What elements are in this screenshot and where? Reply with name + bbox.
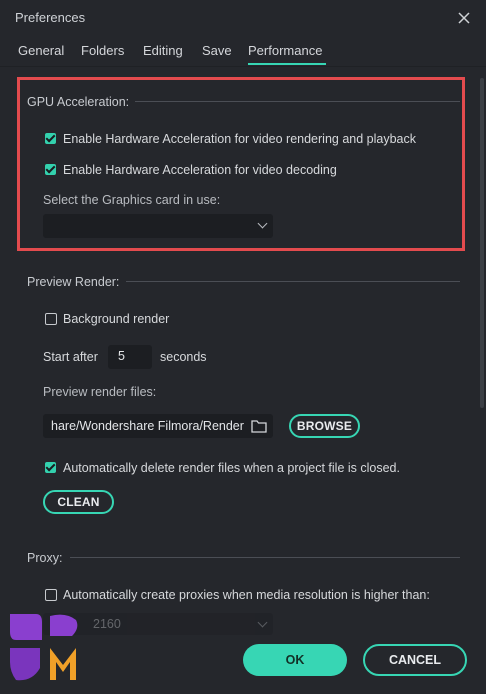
- background-render-checkbox[interactable]: [45, 313, 57, 325]
- preview-files-path-field[interactable]: hare/Wondershare Filmora/Render: [43, 414, 273, 438]
- tab-performance[interactable]: Performance: [248, 43, 322, 58]
- gpu-highlight-box: [17, 77, 465, 251]
- preview-files-path: hare/Wondershare Filmora/Render: [51, 419, 244, 433]
- scrollbar-thumb[interactable]: [480, 78, 484, 408]
- proxy-heading: Proxy:: [27, 551, 63, 565]
- background-render-label: Background render: [63, 312, 170, 326]
- tab-general[interactable]: General: [18, 43, 64, 58]
- start-after-input[interactable]: 5: [108, 345, 152, 369]
- auto-proxy-checkbox[interactable]: [45, 589, 57, 601]
- tab-save[interactable]: Save: [202, 43, 232, 58]
- watermark-logo: [10, 614, 78, 681]
- dialog-title: Preferences: [15, 10, 86, 25]
- auto-delete-label: Automatically delete render files when a…: [63, 461, 400, 475]
- browse-button[interactable]: BROWSE: [289, 414, 360, 438]
- clean-button[interactable]: CLEAN: [43, 490, 114, 514]
- preview-render-heading: Preview Render:: [27, 275, 120, 289]
- auto-proxy-label: Automatically create proxies when media …: [63, 588, 430, 602]
- auto-delete-checkbox[interactable]: [45, 462, 56, 473]
- close-icon[interactable]: [454, 8, 474, 28]
- tab-folders[interactable]: Folders: [81, 43, 124, 58]
- preview-files-label: Preview render files:: [43, 385, 157, 399]
- cancel-button[interactable]: CANCEL: [363, 644, 467, 676]
- folder-icon[interactable]: [251, 419, 267, 433]
- tab-divider: [0, 66, 486, 67]
- tab-editing[interactable]: Editing: [143, 43, 183, 58]
- chevron-down-icon: [257, 617, 268, 628]
- proxy-divider: [70, 557, 460, 558]
- active-tab-indicator: [248, 63, 326, 65]
- seconds-label: seconds: [160, 350, 207, 364]
- ok-button[interactable]: OK: [243, 644, 347, 676]
- preview-render-divider: [126, 281, 460, 282]
- start-after-label: Start after: [43, 350, 98, 364]
- proxy-resolution-value: 2160: [93, 617, 121, 631]
